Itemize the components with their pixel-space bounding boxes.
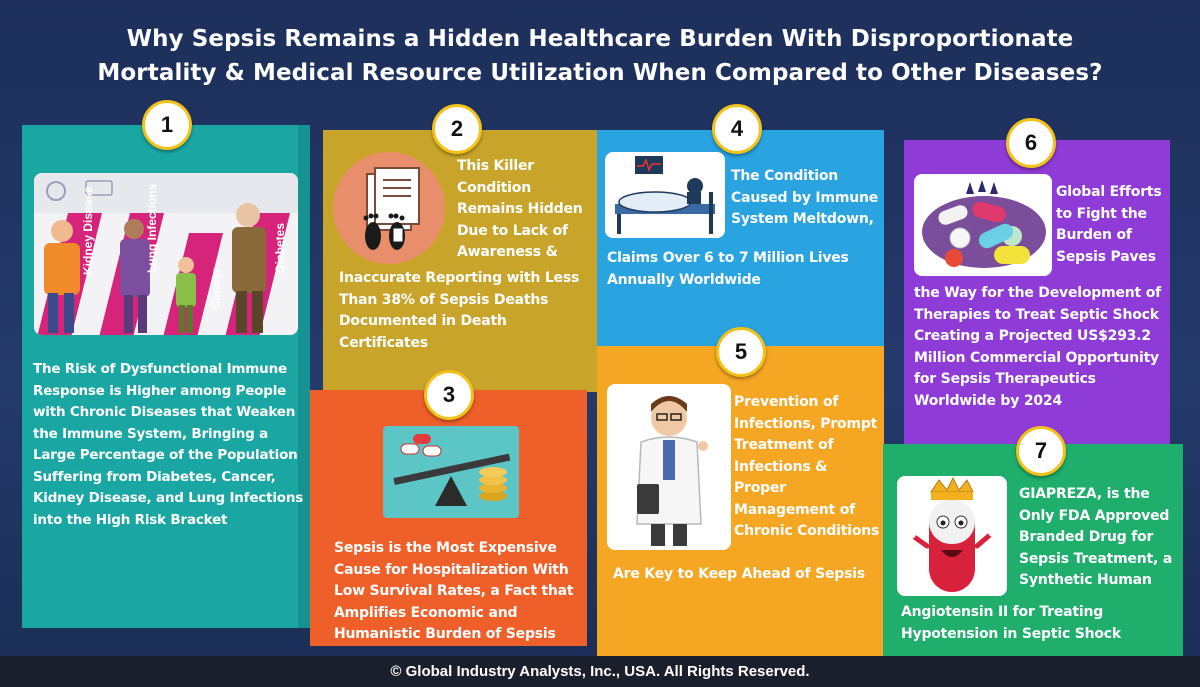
panel-1: Kidney Disease Lung Infections Cancer Di… [22, 125, 310, 628]
panel-5: Prevention of Infections, Prompt Treatme… [597, 346, 884, 656]
panel-6-text-bottom: the Way for the Development of Therapies… [914, 285, 1162, 409]
panel-2-text-bottom: Inaccurate Reporting with Less Than 38% … [339, 270, 580, 351]
label-cancer: Cancer [209, 268, 223, 309]
panel-7-text-top: GIAPREZA, is the Only FDA Approved Brand… [1019, 486, 1173, 588]
panel-3-text: Sepsis is the Most Expensive Cause for H… [334, 540, 574, 642]
panel-4-text-bottom: Claims Over 6 to 7 Million Lives Annuall… [607, 250, 849, 288]
label-diabetes: Diabetes [273, 223, 287, 273]
death-certificate-icon [333, 152, 445, 264]
badge-5: 5 [716, 327, 766, 377]
panel-6: Global Efforts to Fight the Burden of Se… [904, 140, 1170, 444]
pill-king-mascot-icon [897, 476, 1007, 596]
badge-2: 2 [432, 104, 482, 154]
badge-4: 4 [712, 104, 762, 154]
panel-7-text-bottom: Angiotensin II for Treating Hypotension … [901, 604, 1122, 642]
chronic-disease-people-icon: Kidney Disease Lung Infections Cancer Di… [34, 173, 298, 335]
badge-7: 7 [1016, 426, 1066, 476]
copyright-footer: © Global Industry Analysts, Inc., USA. A… [0, 656, 1200, 687]
panel-6-text-top: Global Efforts to Fight the Burden of Se… [1056, 184, 1162, 265]
panel-5-text-top: Prevention of Infections, Prompt Treatme… [734, 394, 880, 539]
panel-2-text-top: This Killer Condition Remains Hidden Due… [457, 158, 583, 260]
badge-6: 6 [1006, 118, 1056, 168]
panel-7: GIAPREZA, is the Only FDA Approved Brand… [883, 444, 1183, 656]
cost-scale-icon [383, 426, 519, 518]
doctor-icon [607, 384, 731, 550]
panel-2: This Killer Condition Remains Hidden Due… [323, 130, 597, 392]
page-title: Why Sepsis Remains a Hidden Healthcare B… [20, 22, 1180, 90]
panel-4: The Condition Caused by Immune System Me… [597, 130, 884, 346]
panel-5-text-bottom: Are Key to Keep Ahead of Sepsis [613, 566, 865, 582]
title-line-2: Mortality & Medical Resource Utilization… [97, 60, 1103, 86]
label-lung-infections: Lung Infections [145, 183, 159, 273]
badge-1: 1 [142, 100, 192, 150]
badge-3: 3 [424, 370, 474, 420]
pills-icon [914, 174, 1052, 276]
hospital-bed-icon [605, 152, 725, 238]
label-kidney-disease: Kidney Disease [81, 186, 95, 275]
title-line-1: Why Sepsis Remains a Hidden Healthcare B… [126, 26, 1074, 52]
panel-1-text: The Risk of Dysfunctional Immune Respons… [33, 361, 304, 528]
panel-3: Sepsis is the Most Expensive Cause for H… [310, 390, 587, 646]
panel-4-text-top: The Condition Caused by Immune System Me… [731, 168, 879, 227]
